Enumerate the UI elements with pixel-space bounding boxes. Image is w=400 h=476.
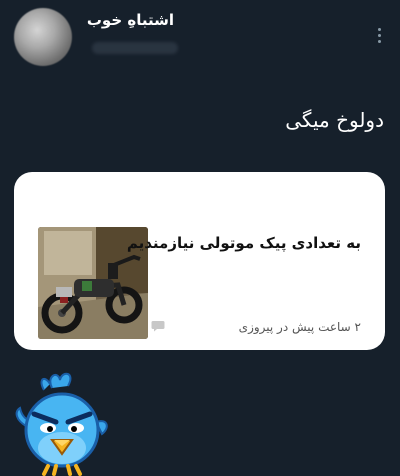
link-card[interactable]: به تعدادی پیک موتولی نیازمندیم ۲ ساعت پی… — [14, 172, 385, 350]
comment-icon[interactable] — [151, 320, 165, 332]
author-name[interactable]: اشتباهِ خوب — [87, 11, 174, 29]
card-title[interactable]: به تعدادی پیک موتولی نیازمندیم — [127, 234, 361, 252]
card-meta: ۲ ساعت پیش در پیروزی — [238, 320, 361, 334]
more-vertical-icon[interactable] — [378, 28, 382, 46]
author-handle-blurred — [92, 42, 178, 54]
angry-blue-bird-sticker — [15, 372, 108, 476]
post-text: دولوخ میگی — [285, 108, 384, 132]
avatar[interactable] — [14, 8, 72, 66]
